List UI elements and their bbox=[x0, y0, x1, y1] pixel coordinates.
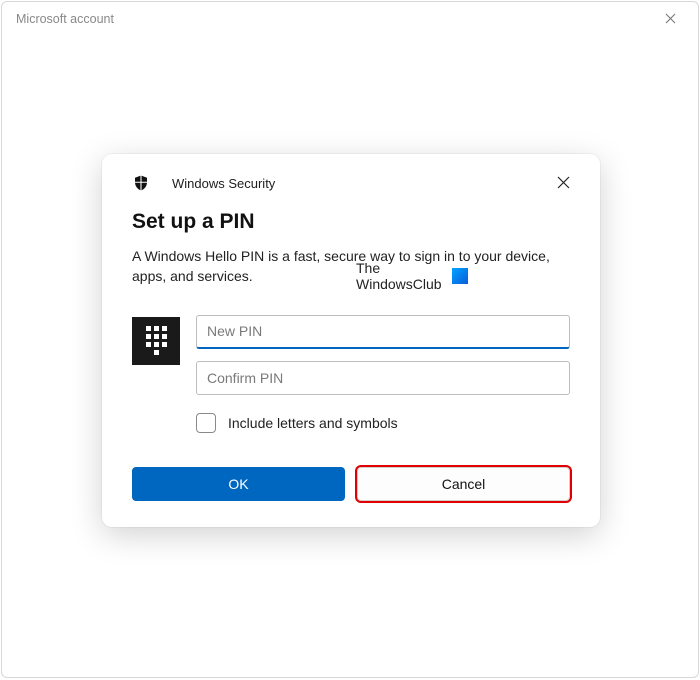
pin-form: Include letters and symbols bbox=[132, 315, 570, 433]
ok-button[interactable]: OK bbox=[132, 467, 345, 501]
outer-close-button[interactable] bbox=[657, 8, 684, 30]
outer-window-title: Microsoft account bbox=[16, 12, 114, 26]
dialog-description: A Windows Hello PIN is a fast, secure wa… bbox=[132, 246, 570, 287]
new-pin-input[interactable] bbox=[196, 315, 570, 349]
dialog-header: Windows Security bbox=[132, 174, 570, 192]
outer-titlebar: Microsoft account bbox=[2, 2, 698, 36]
keypad-icon bbox=[132, 317, 180, 365]
pin-fields: Include letters and symbols bbox=[196, 315, 570, 433]
microsoft-account-window: Microsoft account Windows Security Set u… bbox=[1, 1, 699, 678]
confirm-pin-input[interactable] bbox=[196, 361, 570, 395]
close-icon bbox=[665, 13, 676, 24]
close-icon bbox=[557, 176, 570, 189]
dialog-title: Set up a PIN bbox=[132, 210, 570, 234]
cancel-button[interactable]: Cancel bbox=[357, 467, 570, 501]
shield-icon bbox=[132, 174, 150, 192]
include-symbols-row: Include letters and symbols bbox=[196, 413, 570, 433]
include-symbols-label: Include letters and symbols bbox=[228, 415, 398, 431]
dialog-buttons: OK Cancel bbox=[132, 467, 570, 501]
dialog-close-button[interactable] bbox=[553, 172, 574, 196]
windows-security-dialog: Windows Security Set up a PIN A Windows … bbox=[102, 154, 600, 527]
include-symbols-checkbox[interactable] bbox=[196, 413, 216, 433]
dialog-app-name: Windows Security bbox=[172, 176, 275, 191]
